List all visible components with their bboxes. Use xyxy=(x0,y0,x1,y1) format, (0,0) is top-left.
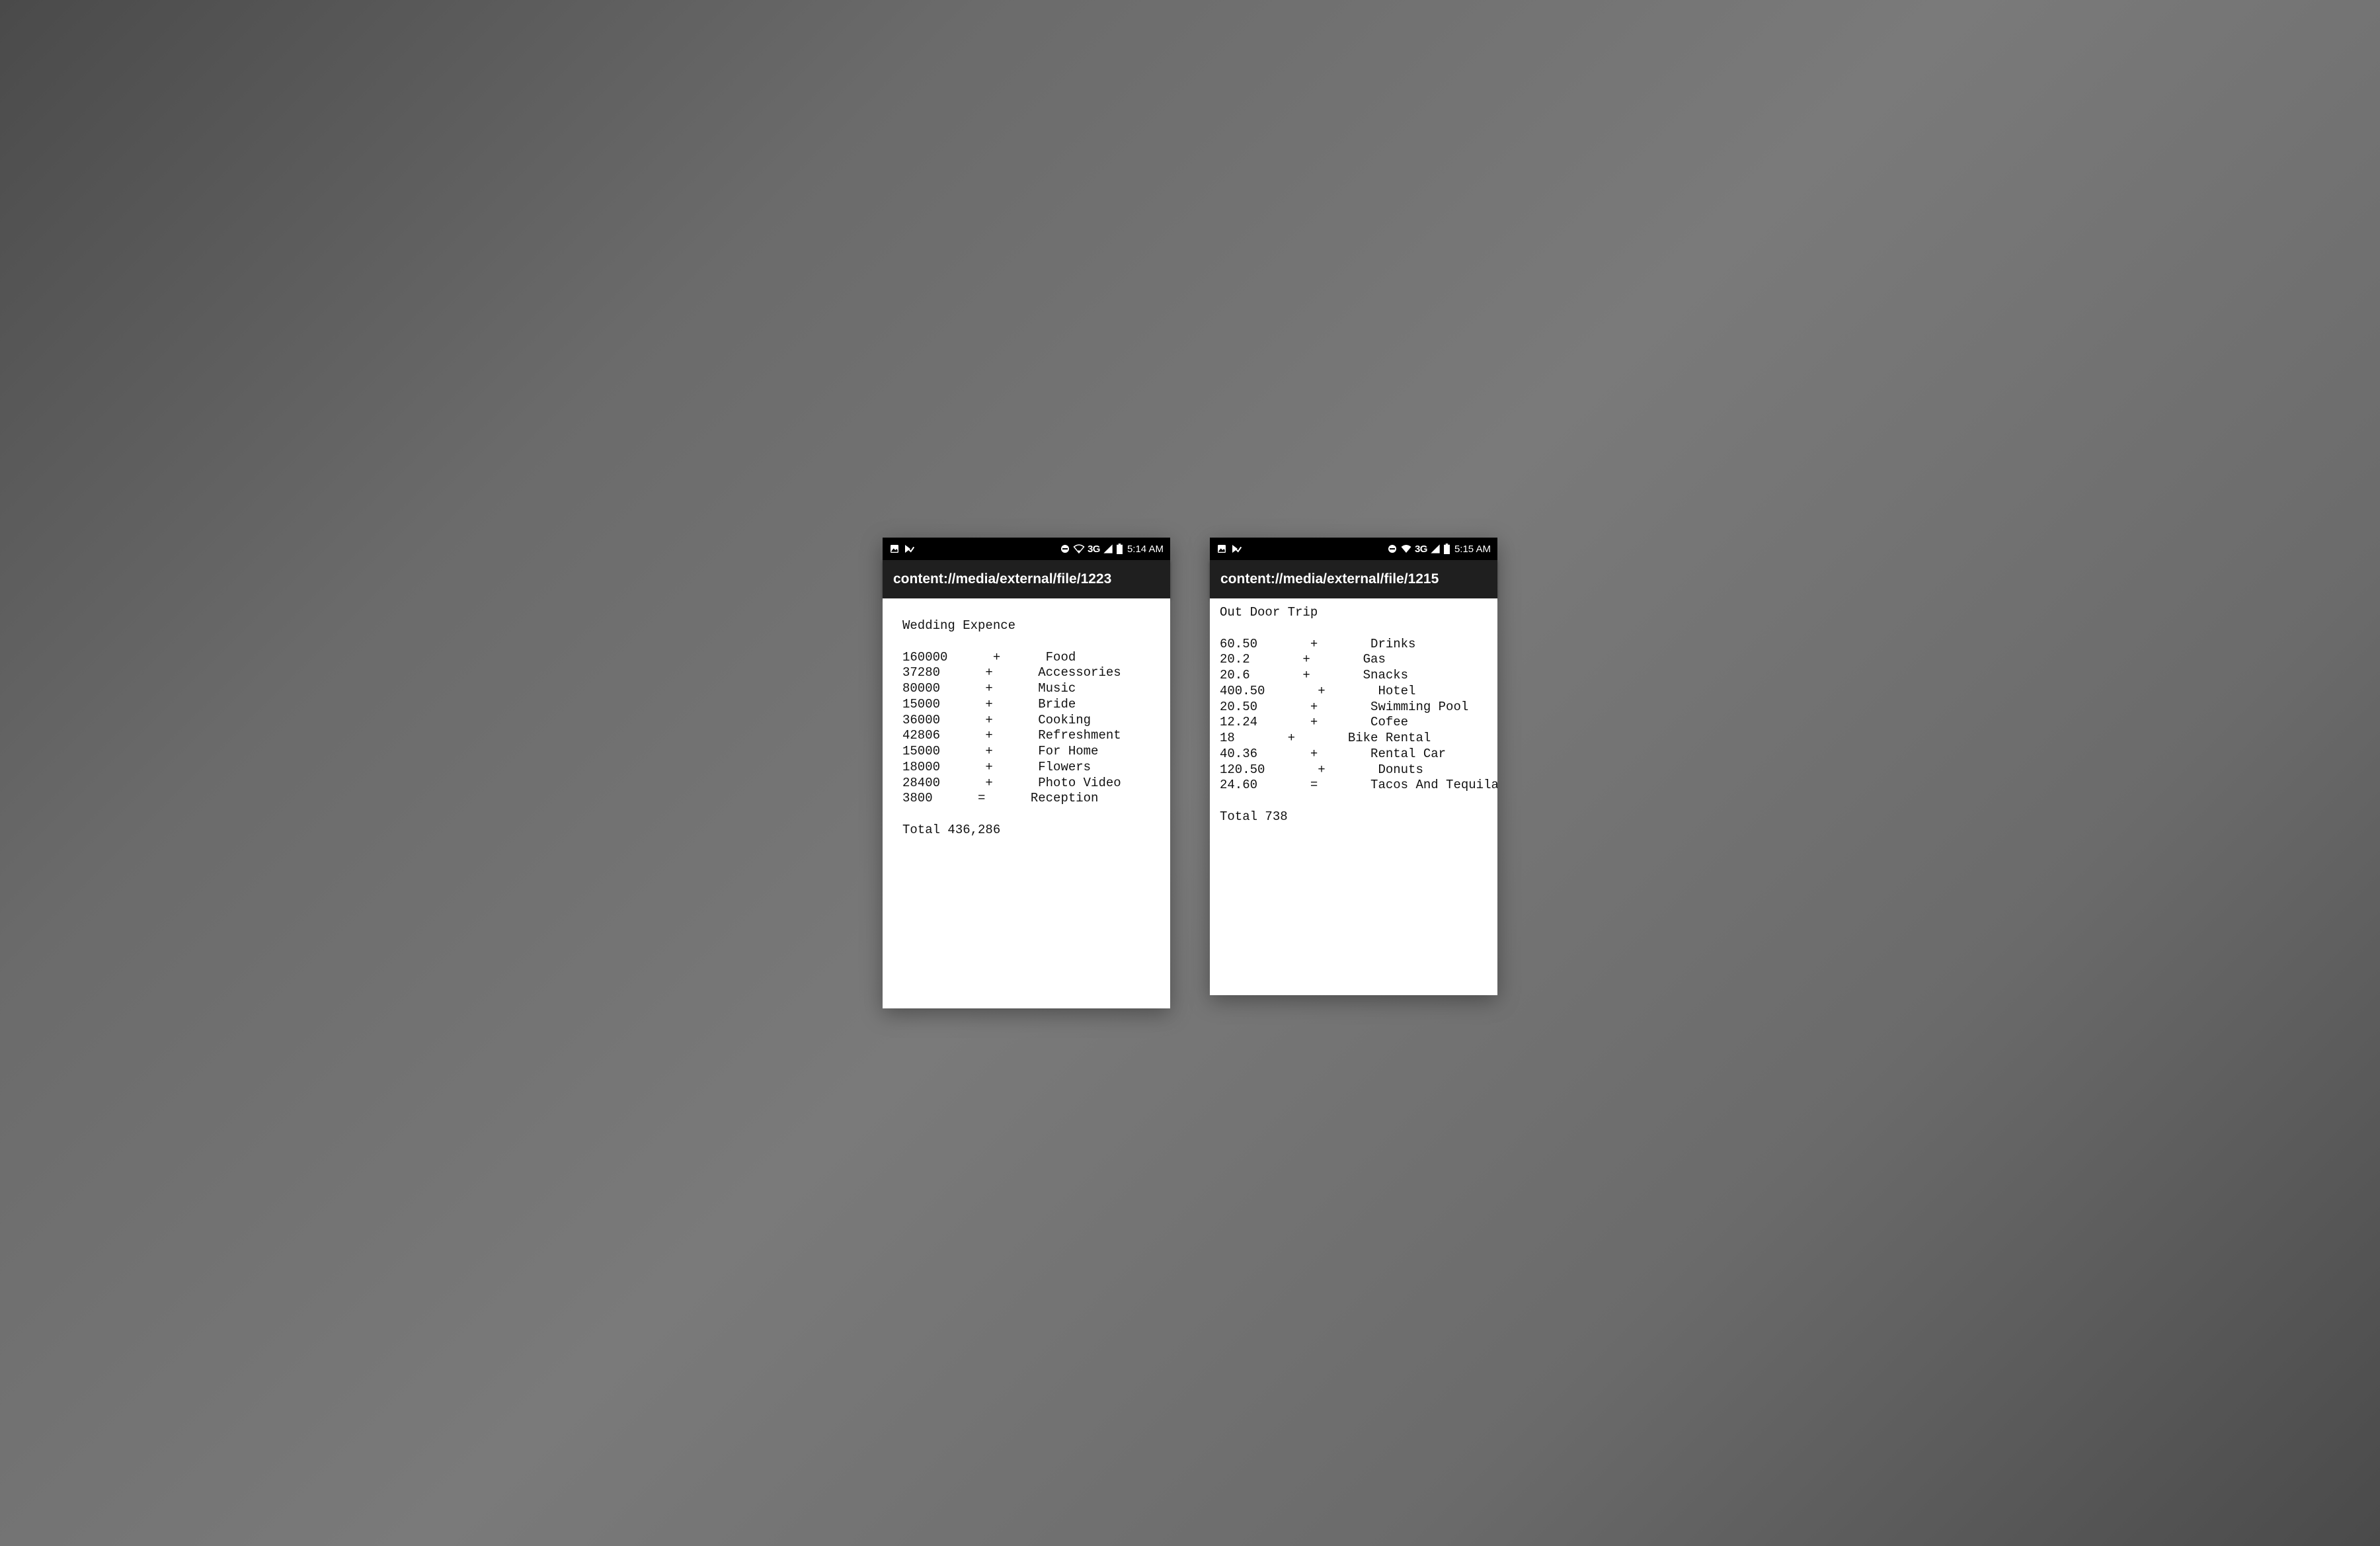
status-time: 5:15 AM xyxy=(1454,544,1491,555)
battery-icon xyxy=(1443,544,1450,554)
play-check-icon xyxy=(1231,544,1242,554)
status-bar: 3G 5:15 AM xyxy=(1210,538,1497,560)
battery-icon xyxy=(1116,544,1123,554)
address-bar[interactable]: content://media/external/file/1215 xyxy=(1210,560,1497,598)
do-not-disturb-icon xyxy=(1387,544,1398,554)
image-icon xyxy=(1216,544,1227,554)
do-not-disturb-icon xyxy=(1060,544,1070,554)
wifi-icon xyxy=(1073,544,1085,554)
network-label: 3G xyxy=(1415,544,1427,555)
address-bar[interactable]: content://media/external/file/1223 xyxy=(883,560,1170,598)
address-text: content://media/external/file/1223 xyxy=(893,571,1111,587)
wifi-icon xyxy=(1400,544,1412,554)
address-text: content://media/external/file/1215 xyxy=(1220,571,1439,587)
status-left-icons xyxy=(889,544,914,554)
status-right-icons: 3G 5:14 AM xyxy=(1060,544,1164,555)
document-content[interactable]: Wedding Expence 160000 + Food 37280 + Ac… xyxy=(883,598,1170,1008)
status-right-icons: 3G 5:15 AM xyxy=(1387,544,1491,555)
phone-right: 3G 5:15 AM content://media/external/file… xyxy=(1210,538,1497,995)
status-bar: 3G 5:14 AM xyxy=(883,538,1170,560)
status-left-icons xyxy=(1216,544,1242,554)
network-label: 3G xyxy=(1088,544,1100,555)
status-time: 5:14 AM xyxy=(1127,544,1164,555)
phone-left: 3G 5:14 AM content://media/external/file… xyxy=(883,538,1170,1008)
image-icon xyxy=(889,544,900,554)
signal-icon xyxy=(1103,544,1113,554)
screenshot-stage: 3G 5:14 AM content://media/external/file… xyxy=(843,498,1537,1048)
document-content[interactable]: Out Door Trip 60.50 + Drinks 20.2 + Gas … xyxy=(1210,598,1497,995)
play-check-icon xyxy=(904,544,914,554)
signal-icon xyxy=(1430,544,1441,554)
